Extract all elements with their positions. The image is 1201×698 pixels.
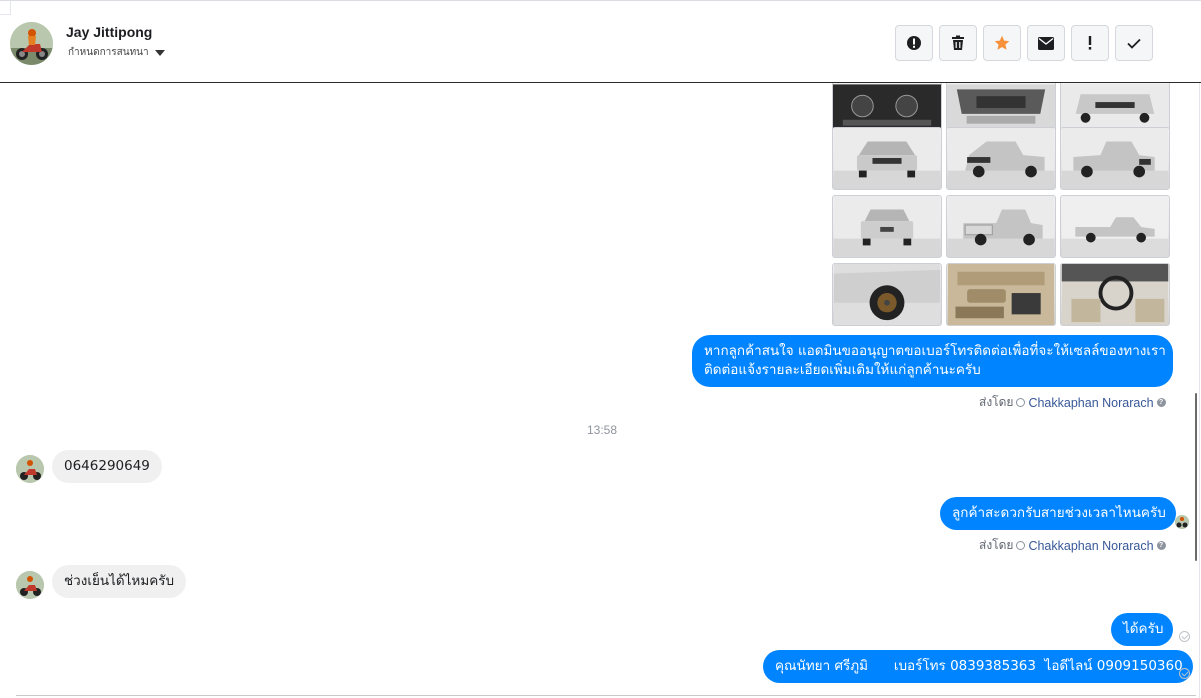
contact-avatar[interactable] [10,22,53,65]
star-button[interactable] [983,25,1021,61]
envelope-icon [1038,36,1054,50]
photo-rear-three-quarter[interactable] [1060,127,1170,190]
agent-name-link[interactable]: Chakkaphan Norarach [1028,396,1153,410]
outgoing-message[interactable]: ลูกค้าสะดวกรับสายช่วงเวลาไหนครับ [940,497,1176,530]
photo-front[interactable] [832,127,942,190]
photo-interior[interactable] [1060,263,1170,326]
photo-door-panel[interactable] [946,263,1056,326]
scrollbar-thumb[interactable] [1195,393,1197,561]
header-actions [895,25,1153,61]
caret-down-icon [154,49,165,56]
help-icon[interactable]: ? [1156,541,1166,550]
help-icon[interactable]: ? [1156,398,1166,407]
incoming-message[interactable]: ช่วงเย็นได้ไหมครับ [52,565,187,598]
sent-by-label: ส่งโดย [979,395,1014,409]
sent-by-info: ส่งโดย Chakkaphan Norarach ? [979,393,1166,412]
photo-side[interactable] [1060,195,1170,258]
seen-by-avatar [1175,515,1189,529]
check-icon [1127,38,1141,49]
photo-wheel[interactable] [832,263,942,326]
outgoing-message[interactable]: หากลูกค้าสนใจ แอดมินขออนุญาตขอเบอร์โทรติ… [692,335,1173,387]
contact-avatar-small[interactable] [16,455,44,483]
conversation-status-dropdown[interactable]: กำหนดการสนทนา [68,45,165,60]
outgoing-message[interactable]: คุณนัทยา ศรีภูมิ เบอร์โทร 0839385363 ไอด… [763,650,1193,683]
follow-up-button[interactable] [1071,25,1109,61]
sent-by-label: ส่งโดย [979,538,1014,552]
outgoing-message[interactable]: ได้ครับ [1111,613,1174,646]
message-thread[interactable]: หากลูกค้าสนใจ แอดมินขออนุญาตขอเบอร์โทรติ… [0,83,1201,698]
trash-icon [952,35,964,50]
photo-rear-angle[interactable] [946,195,1056,258]
conversation-status-label: กำหนดการสนทนา [68,47,149,58]
sent-by-info: ส่งโดย Chakkaphan Norarach ? [979,536,1166,555]
verified-icon [1016,541,1026,550]
agent-name-link[interactable]: Chakkaphan Norarach [1028,539,1153,553]
mark-spam-button[interactable] [895,25,933,61]
delete-button[interactable] [939,25,977,61]
mark-done-button[interactable] [1115,25,1153,61]
mark-unread-button[interactable] [1027,25,1065,61]
composer-divider [16,695,1196,696]
photo-front-three-quarter[interactable] [946,127,1056,190]
message-text-line-2: ติดต่อแจ้งรายละเอียดเพิ่มเติมให้แก่ลูกค้… [704,362,981,378]
exclamation-icon [1088,36,1092,50]
corner-divider [0,1,11,15]
message-timestamp: 13:58 [587,423,618,437]
message-text-line-1: หากลูกค้าสนใจ แอดมินขออนุญาตขอเบอร์โทรติ… [704,343,1166,359]
verified-icon [1016,398,1026,407]
contact-name[interactable]: Jay Jittipong [66,24,152,40]
delivered-check-icon [1179,631,1190,642]
contact-avatar-small[interactable] [16,571,44,599]
photo-rear[interactable] [832,195,942,258]
star-icon [994,35,1010,50]
delivered-check-icon [1179,668,1190,679]
conversation-header: Jay Jittipong กำหนดการสนทนา [0,0,1201,83]
incoming-message[interactable]: 0646290649 [52,450,162,483]
panel-divider [1199,83,1200,698]
alert-circle-icon [907,36,921,50]
